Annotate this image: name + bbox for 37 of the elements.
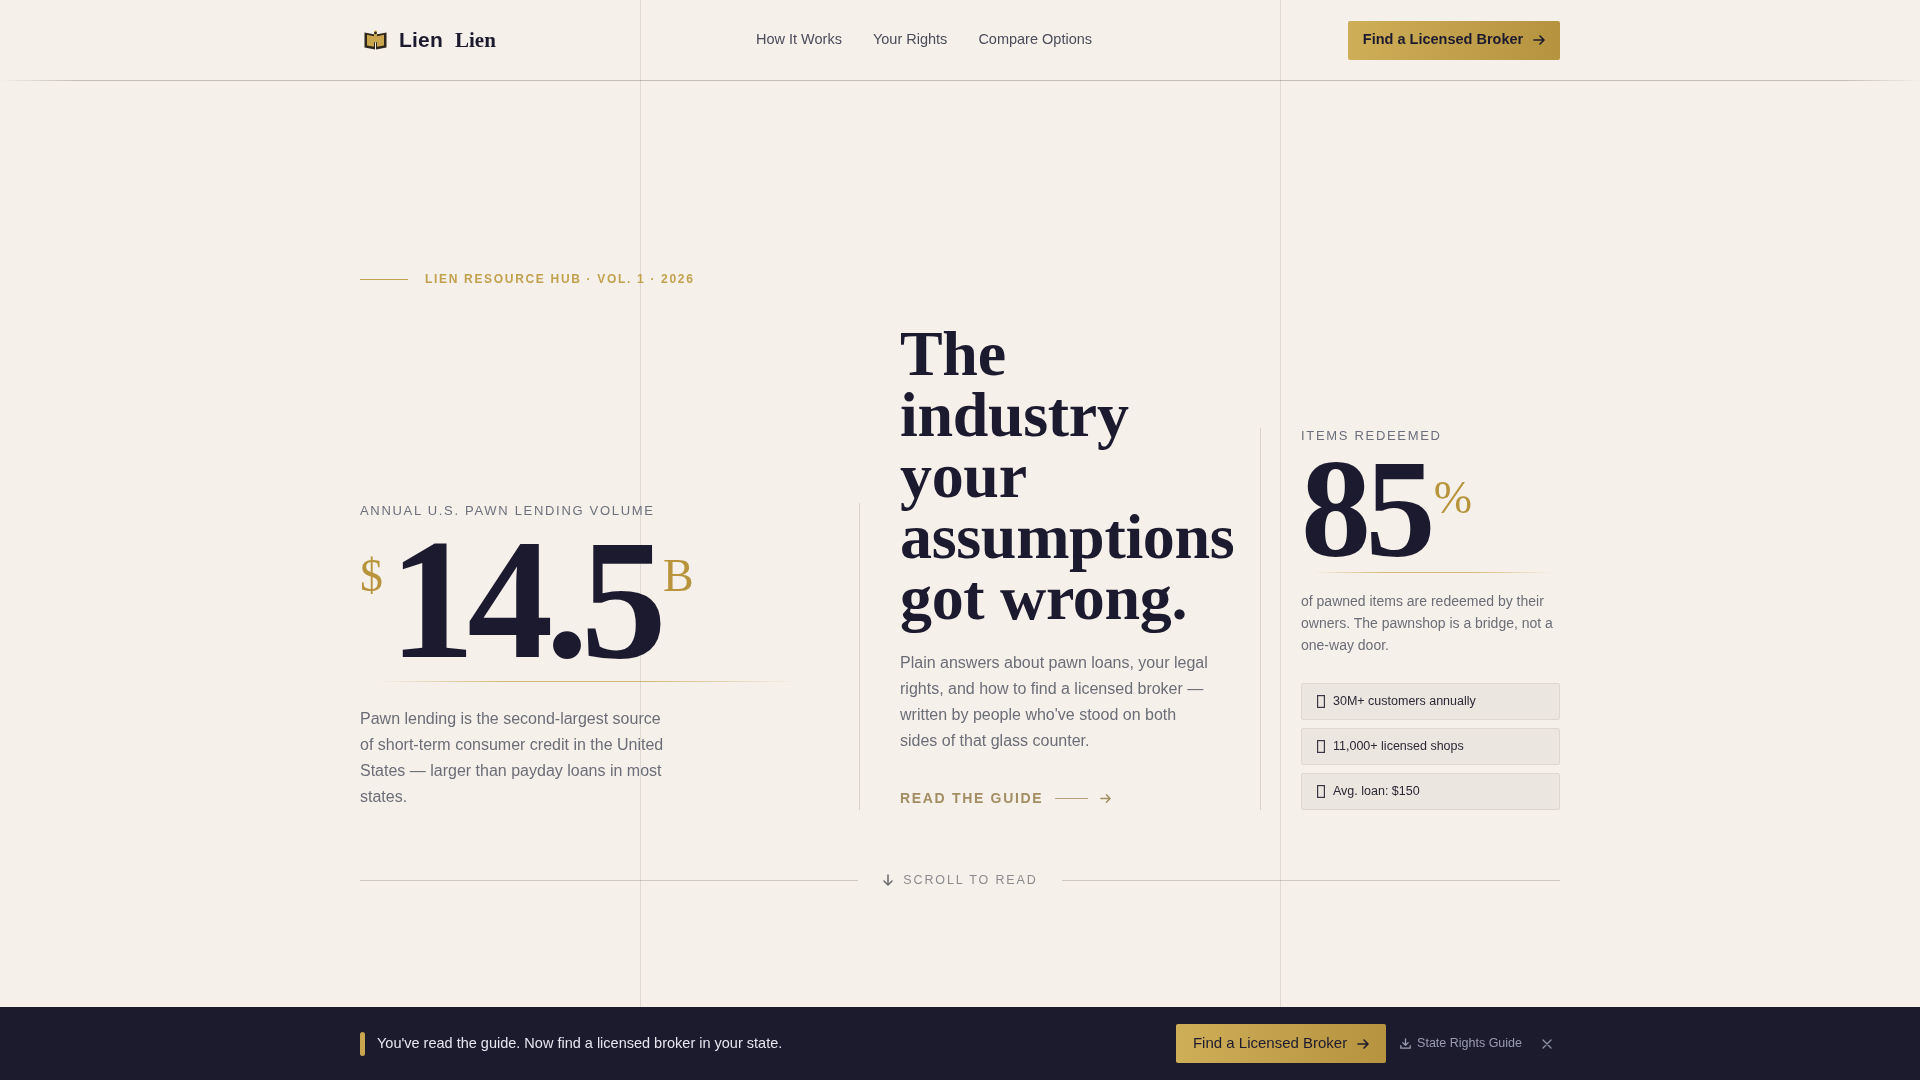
find-broker-button[interactable]: Find a Licensed Broker <box>1348 20 1560 60</box>
nav-link[interactable]: Your Rights <box>872 29 948 51</box>
arrow-down-icon <box>882 874 895 886</box>
arrow-right-icon <box>1100 792 1112 804</box>
stat-number: 85 <box>1301 453 1430 565</box>
box-glyph-icon <box>1317 695 1325 708</box>
find-broker-button[interactable]: Find a Licensed Broker <box>1176 1024 1387 1063</box>
download-icon <box>1400 1038 1412 1049</box>
logo-wordmark: Lien <box>399 26 443 53</box>
box-glyph-icon <box>1317 740 1325 753</box>
hero-description: Plain answers about pawn loans, your legal rights, and how to find a licensed broker — written by people who've stood on both sides of that glass counter. <box>900 653 1209 751</box>
arrow-right-icon <box>1357 1037 1370 1050</box>
close-icon <box>1542 1038 1552 1049</box>
hero-headline: The industry your assumptions got wrong. <box>900 323 1236 635</box>
fact-text: 11,000+ licensed shops <box>1333 738 1464 756</box>
nav-link[interactable]: How It Works <box>756 29 842 51</box>
box-glyph-icon <box>1317 785 1325 798</box>
stat-label: ITEMS REDEEMED <box>1301 428 1443 444</box>
scroll-hint-text: SCROLL TO READ <box>903 872 1038 888</box>
fact-text: Avg. loan: $150 <box>1333 783 1420 801</box>
eyebrow-text: LIEN RESOURCE HUB · VOL. 1 · 2026 <box>425 271 695 287</box>
state-rights-link[interactable]: State Rights Guide <box>1400 1034 1522 1053</box>
stat-number: 14.5 <box>389 528 660 670</box>
accent-marker-icon <box>360 1031 365 1056</box>
nav-link[interactable]: Compare Options <box>978 29 1092 51</box>
logo-wordmark: Lien <box>455 26 496 54</box>
stat-unit: B <box>663 552 694 599</box>
stat-unit: % <box>1433 475 1473 521</box>
arrow-right-icon <box>1533 34 1546 46</box>
stat-description: of pawned items are redeemed by their owners. The pawnshop is a bridge, not a one-way door. <box>1301 592 1554 655</box>
banner-message: You've read the guide. Now find a licensed broker in your state. <box>377 1033 783 1053</box>
fact-text: 30M+ customers annually <box>1333 693 1476 711</box>
book-icon <box>364 30 387 50</box>
stat-description: Pawn lending is the second-largest source of short-term consumer credit in the United States — larger than payday loans in most states. <box>360 709 665 807</box>
close-button[interactable] <box>1542 1038 1552 1049</box>
currency-sign: $ <box>360 552 383 599</box>
stat-label: ANNUAL U.S. PAWN LENDING VOLUME <box>360 502 656 519</box>
